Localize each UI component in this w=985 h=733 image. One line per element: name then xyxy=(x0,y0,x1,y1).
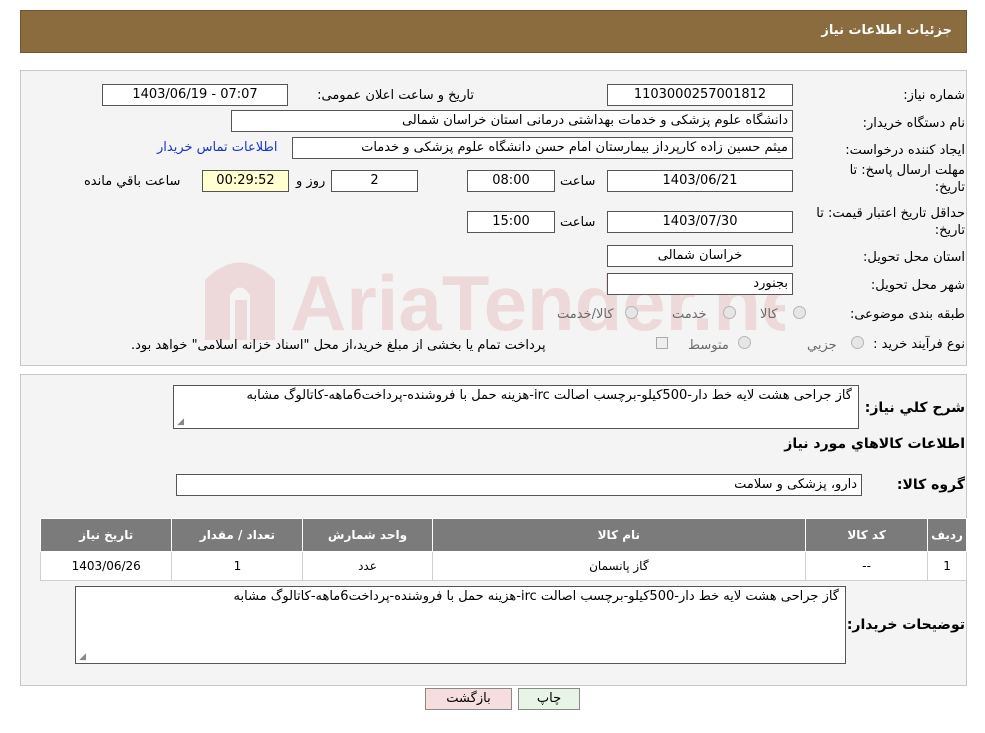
category-goods-service-label: کالا/خدمت xyxy=(557,307,614,322)
summary-label: شرح کلي نياز: xyxy=(864,400,965,416)
buyer-notes-label: توضیحات خریدار: xyxy=(846,617,965,633)
resize-grip-icon[interactable]: ◢ xyxy=(176,418,184,427)
price-validity-date-field: 1403/07/30 xyxy=(607,211,793,233)
need-number-field: 1103000257001812 xyxy=(607,84,793,106)
reply-deadline-label-date: تاریخ: xyxy=(934,180,965,195)
buyer-notes-text: گاز جراحی هشت لایه خط دار-500کیلو-برچسب … xyxy=(233,589,839,604)
delivery-city-field: بجنورد xyxy=(607,273,793,295)
remaining-days-field: 2 xyxy=(331,170,418,192)
goods-section-title: اطلاعات کالاهاي مورد نياز xyxy=(784,436,965,452)
days-label: روز و xyxy=(296,174,326,189)
col-header-need-date: تاریخ نیاز xyxy=(39,518,173,552)
cell-goods-name: گاز پانسمان xyxy=(431,551,807,581)
buyer-org-label: نام دستگاه خریدار: xyxy=(862,116,965,131)
need-number-label: شماره نیاز: xyxy=(903,88,965,103)
price-validity-time-field: 15:00 xyxy=(467,211,555,233)
reply-deadline-time-label: ساعت xyxy=(560,174,596,189)
goods-group-label: گروه کالا: xyxy=(896,477,965,493)
back-button[interactable]: بازگشت xyxy=(425,688,512,710)
cell-goods-code: -- xyxy=(805,551,929,581)
print-button[interactable]: چاپ xyxy=(518,688,580,710)
goods-group-field: دارو، پزشکی و سلامت xyxy=(176,474,862,496)
purchase-type-medium-radio[interactable] xyxy=(738,336,751,349)
reply-deadline-label: مهلت ارسال پاسخ: تا xyxy=(849,163,965,178)
treasury-note: پرداخت تمام یا بخشی از مبلغ خرید،از محل … xyxy=(131,338,546,353)
col-header-unit: واحد شمارش xyxy=(302,518,433,552)
price-validity-time-label: ساعت xyxy=(560,215,596,230)
col-header-goods-code: کد کالا xyxy=(805,518,929,552)
category-service-radio[interactable] xyxy=(723,306,736,319)
col-header-quantity: تعداد / مقدار xyxy=(171,518,304,552)
category-goods-service-radio[interactable] xyxy=(625,306,638,319)
delivery-province-field: خراسان شمالی xyxy=(607,245,793,267)
goods-table: ردیف کد کالا نام کالا واحد شمارش تعداد /… xyxy=(39,518,967,581)
treasury-checkbox[interactable] xyxy=(656,337,668,349)
buyer-notes-textarea[interactable]: گاز جراحی هشت لایه خط دار-500کیلو-برچسب … xyxy=(75,586,846,664)
delivery-province-label: استان محل تحویل: xyxy=(863,250,965,265)
category-label: طبقه بندی موضوعی: xyxy=(849,307,965,322)
announce-datetime-field: 1403/06/19 - 07:07 xyxy=(102,84,288,106)
cell-need-date: 1403/06/26 xyxy=(39,551,173,581)
requester-label: ایجاد کننده درخواست: xyxy=(845,143,965,158)
category-goods-label: کالا xyxy=(760,307,778,322)
remaining-time-label: ساعت باقي مانده xyxy=(84,174,181,189)
announce-datetime-label: تاریخ و ساعت اعلان عمومی: xyxy=(317,88,474,103)
remaining-time-field: 00:29:52 xyxy=(202,170,289,192)
summary-text: گاز جراحی هشت لایه خط دار-500کیلو-برچسب … xyxy=(246,388,852,403)
reply-deadline-time-field: 08:00 xyxy=(467,170,555,192)
delivery-city-label: شهر محل تحویل: xyxy=(870,278,965,293)
cell-quantity: 1 xyxy=(171,551,304,581)
reply-deadline-date-field: 1403/06/21 xyxy=(607,170,793,192)
price-validity-label-date: تاریخ: xyxy=(934,223,965,238)
purchase-type-minor-label: جزیي xyxy=(807,338,837,353)
price-validity-label: حداقل تاریخ اعتبار قیمت: تا xyxy=(816,206,965,221)
category-goods-radio[interactable] xyxy=(793,306,806,319)
col-header-goods-name: نام کالا xyxy=(431,518,807,552)
purchase-type-minor-radio[interactable] xyxy=(851,336,864,349)
page-header: جزئیات اطلاعات نیاز xyxy=(20,10,967,53)
resize-grip-icon[interactable]: ◢ xyxy=(78,653,86,662)
cell-row-number: 1 xyxy=(927,551,967,581)
summary-textarea[interactable]: گاز جراحی هشت لایه خط دار-500کیلو-برچسب … xyxy=(173,385,859,429)
table-header-row: ردیف کد کالا نام کالا واحد شمارش تعداد /… xyxy=(39,518,967,552)
purchase-type-medium-label: متوسط xyxy=(688,338,729,353)
requester-field: میثم حسین زاده کارپرداز بیمارستان امام ح… xyxy=(292,137,793,159)
buyer-contact-link[interactable]: اطلاعات تماس خریدار xyxy=(157,140,277,155)
page-title: جزئیات اطلاعات نیاز xyxy=(821,23,952,38)
category-service-label: خدمت xyxy=(672,307,707,322)
buyer-org-field: دانشگاه علوم پزشکی و خدمات بهداشتی درمان… xyxy=(231,110,793,132)
col-header-row-number: ردیف xyxy=(927,518,967,552)
purchase-type-label: نوع فرآیند خرید : xyxy=(873,337,965,352)
table-row: 1 -- گاز پانسمان عدد 1 1403/06/26 xyxy=(39,551,967,581)
cell-unit: عدد xyxy=(302,551,433,581)
